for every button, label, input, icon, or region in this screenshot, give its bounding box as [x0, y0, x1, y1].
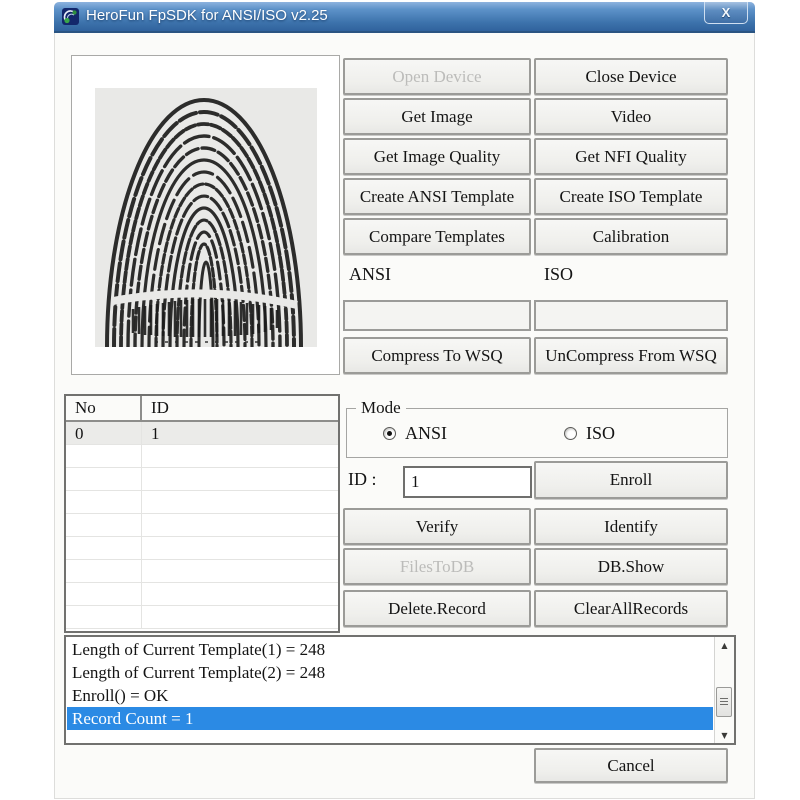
video-button[interactable]: Video	[534, 98, 728, 135]
screenshot-page: HeroFun FpSDK for ANSI/ISO v2.25 X	[0, 0, 800, 800]
files-to-db-button[interactable]: FilesToDB	[343, 548, 531, 585]
radio-ansi-icon	[383, 427, 396, 440]
identify-button[interactable]: Identify	[534, 508, 728, 545]
log-line-selected[interactable]: Record Count = 1	[67, 707, 713, 730]
get-image-button[interactable]: Get Image	[343, 98, 531, 135]
fingerprint-preview-panel	[71, 55, 340, 375]
scrollbar-track[interactable]	[715, 653, 734, 727]
cancel-button[interactable]: Cancel	[534, 748, 728, 783]
delete-record-button[interactable]: Delete.Record	[343, 590, 531, 627]
log-output: Length of Current Template(1) = 248 Leng…	[64, 635, 736, 745]
close-icon: X	[722, 5, 731, 20]
table-row-empty	[66, 560, 338, 583]
cell-no: 0	[66, 422, 142, 444]
radio-iso-icon	[564, 427, 577, 440]
app-window: HeroFun FpSDK for ANSI/ISO v2.25 X	[54, 2, 755, 799]
table-row-empty	[66, 514, 338, 537]
scroll-down-icon[interactable]: ▼	[715, 727, 734, 743]
radio-iso[interactable]: ISO	[564, 423, 615, 444]
close-button[interactable]: X	[704, 2, 748, 24]
radio-ansi[interactable]: ANSI	[383, 423, 447, 444]
table-row-empty	[66, 606, 338, 629]
log-line[interactable]: Length of Current Template(1) = 248	[67, 638, 713, 661]
scrollbar-thumb[interactable]	[716, 687, 732, 717]
app-fingerprint-icon[interactable]	[61, 7, 80, 26]
enroll-button[interactable]: Enroll	[534, 461, 728, 499]
table-row-empty	[66, 583, 338, 606]
records-table: No ID 0 1	[64, 394, 340, 633]
cell-id: 1	[142, 422, 338, 444]
get-image-quality-button[interactable]: Get Image Quality	[343, 138, 531, 175]
id-input[interactable]	[403, 466, 532, 498]
radio-ansi-label: ANSI	[405, 423, 447, 444]
compare-templates-button[interactable]: Compare Templates	[343, 218, 531, 255]
id-label: ID :	[348, 469, 377, 490]
ansi-label: ANSI	[349, 264, 391, 285]
create-iso-template-button[interactable]: Create ISO Template	[534, 178, 728, 215]
uncompress-from-wsq-button[interactable]: UnCompress From WSQ	[534, 337, 728, 374]
log-line[interactable]: Enroll() = OK	[67, 684, 713, 707]
scroll-up-icon[interactable]: ▲	[715, 637, 734, 653]
iso-label: ISO	[544, 264, 573, 285]
log-line[interactable]: Length of Current Template(2) = 248	[67, 661, 713, 684]
mode-groupbox: Mode ANSI ISO	[346, 408, 728, 458]
db-show-button[interactable]: DB.Show	[534, 548, 728, 585]
compress-to-wsq-button[interactable]: Compress To WSQ	[343, 337, 531, 374]
calibration-button[interactable]: Calibration	[534, 218, 728, 255]
column-header-no[interactable]: No	[66, 396, 142, 420]
mode-group-title: Mode	[356, 398, 406, 418]
table-header: No ID	[66, 396, 338, 422]
close-device-button[interactable]: Close Device	[534, 58, 728, 95]
log-lines: Length of Current Template(1) = 248 Leng…	[67, 638, 713, 742]
table-row-empty	[66, 491, 338, 514]
log-scrollbar[interactable]: ▲ ▼	[714, 637, 734, 743]
window-title: HeroFun FpSDK for ANSI/ISO v2.25	[86, 7, 328, 24]
table-row-empty	[66, 445, 338, 468]
column-header-id[interactable]: ID	[142, 396, 338, 420]
get-nfi-quality-button[interactable]: Get NFI Quality	[534, 138, 728, 175]
create-ansi-template-button[interactable]: Create ANSI Template	[343, 178, 531, 215]
table-row-empty	[66, 537, 338, 560]
open-device-button[interactable]: Open Device	[343, 58, 531, 95]
table-row-empty	[66, 468, 338, 491]
verify-button[interactable]: Verify	[343, 508, 531, 545]
ansi-template-field[interactable]	[343, 300, 531, 331]
iso-template-field[interactable]	[534, 300, 728, 331]
radio-iso-label: ISO	[586, 423, 615, 444]
scrollbar-grip-icon	[720, 698, 728, 706]
title-bar[interactable]: HeroFun FpSDK for ANSI/ISO v2.25 X	[54, 2, 755, 33]
fingerprint-image	[95, 88, 317, 347]
clear-all-records-button[interactable]: ClearAllRecords	[534, 590, 728, 627]
table-row[interactable]: 0 1	[66, 422, 338, 445]
